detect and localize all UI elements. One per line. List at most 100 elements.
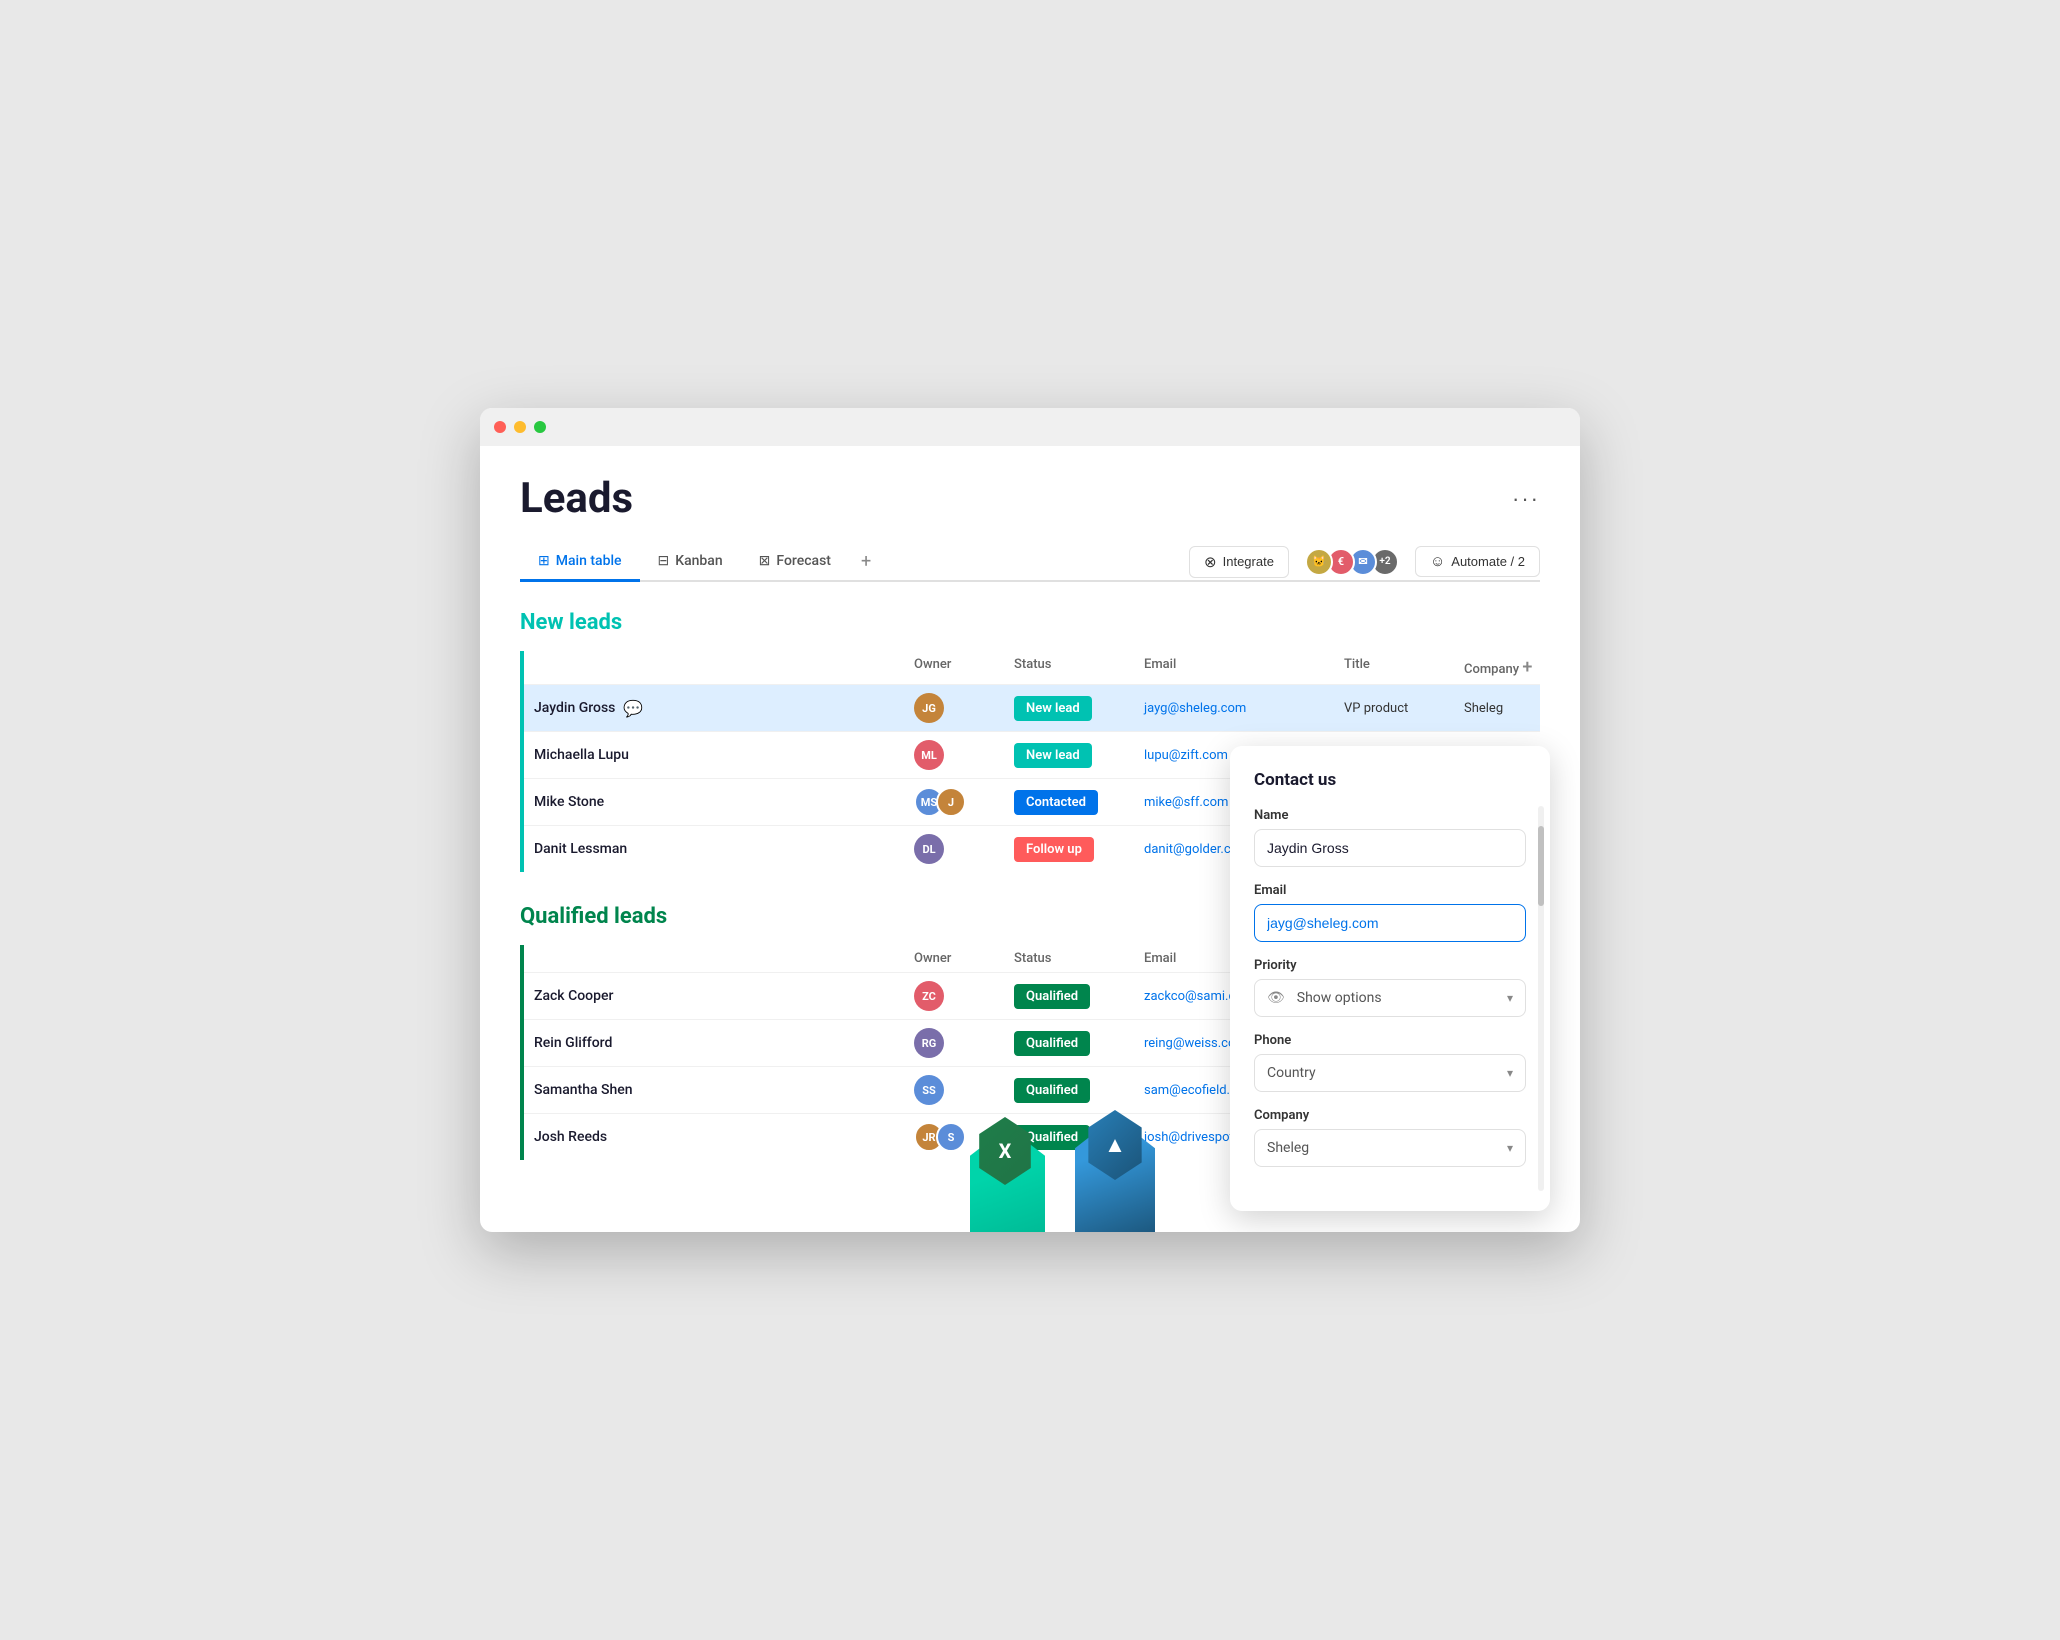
priority-field-group: Priority 👁 Show options ▾: [1254, 958, 1526, 1017]
main-content: Leads ··· ⊞ Main table ⊟ Kanban ⊠ Foreca…: [480, 446, 1580, 1232]
col-status: Status: [1014, 657, 1144, 678]
country-select-label: Country: [1267, 1065, 1316, 1081]
kanban-icon: ⊟: [658, 553, 670, 569]
integrate-icon: ⊗: [1204, 553, 1217, 571]
avatar: ZC: [914, 981, 944, 1011]
tab-forecast[interactable]: ⊠ Forecast: [741, 543, 849, 582]
automate-button[interactable]: ☺ Automate / 2: [1415, 546, 1540, 577]
new-leads-title: New leads: [520, 610, 1540, 635]
status-badge: Qualified: [1014, 1031, 1090, 1056]
avatar: DL: [914, 834, 944, 864]
tab-kanban[interactable]: ⊟ Kanban: [640, 543, 741, 582]
priority-select[interactable]: 👁 Show options ▾: [1254, 979, 1526, 1017]
owner-cell: DL: [914, 834, 1014, 864]
automate-icon: ☺: [1430, 553, 1445, 570]
owner-cell: JR S: [914, 1122, 1014, 1152]
phone-label: Phone: [1254, 1033, 1526, 1048]
col-company: Company +: [1464, 657, 1580, 678]
company-field-group: Company Sheleg ▾: [1254, 1108, 1526, 1167]
status-cell: New lead: [1014, 747, 1144, 763]
chevron-down-icon: ▾: [1507, 1141, 1513, 1155]
name-field-group: Name: [1254, 808, 1526, 867]
status-badge: Follow up: [1014, 837, 1094, 862]
app-window: Leads ··· ⊞ Main table ⊟ Kanban ⊠ Foreca…: [480, 408, 1580, 1232]
title-cell: VP product: [1344, 701, 1464, 716]
company-select-label: Sheleg: [1267, 1140, 1309, 1156]
avatar-1: 🐱: [1305, 548, 1333, 576]
row-name: Mike Stone: [534, 794, 914, 810]
avatar: J: [936, 787, 966, 817]
priority-label: Priority: [1254, 958, 1526, 973]
name-input[interactable]: [1254, 829, 1526, 867]
scrollbar-thumb[interactable]: [1538, 826, 1544, 906]
chevron-down-icon: ▾: [1507, 991, 1513, 1005]
page-header: Leads ···: [520, 474, 1540, 523]
owner-cell: MS J: [914, 787, 1014, 817]
status-cell: Follow up: [1014, 841, 1144, 857]
status-cell: Qualified: [1014, 1082, 1144, 1098]
company-select[interactable]: Sheleg ▾: [1254, 1129, 1526, 1167]
status-badge: Qualified: [1014, 1125, 1090, 1150]
avatar: JG: [914, 693, 944, 723]
col-name: [534, 951, 914, 966]
status-badge: Qualified: [1014, 984, 1090, 1009]
status-cell: Contacted: [1014, 794, 1144, 810]
owner-cell: SS: [914, 1075, 1014, 1105]
panel-title: Contact us: [1254, 770, 1526, 790]
email-field-group: Email: [1254, 883, 1526, 942]
avatar: S: [936, 1122, 966, 1152]
company-cell: Sheleg: [1464, 701, 1580, 716]
owner-cell: JG: [914, 693, 1014, 723]
maximize-dot[interactable]: [534, 421, 546, 433]
eye-icon: 👁: [1267, 990, 1285, 1006]
titlebar: [480, 408, 1580, 446]
name-label: Name: [1254, 808, 1526, 823]
add-column-button[interactable]: +: [1522, 657, 1532, 678]
col-name: [534, 657, 914, 678]
scrollbar-track: [1538, 806, 1544, 1191]
page-title: Leads: [520, 474, 633, 523]
row-name: Rein Glifford: [534, 1035, 914, 1051]
close-dot[interactable]: [494, 421, 506, 433]
row-name: Michaella Lupu: [534, 747, 914, 763]
status-badge: Qualified: [1014, 1078, 1090, 1103]
email-cell: jayg@sheleg.com: [1144, 701, 1344, 716]
add-tab-button[interactable]: +: [849, 543, 883, 580]
owner-cell: RG: [914, 1028, 1014, 1058]
phone-country-select[interactable]: Country ▾: [1254, 1054, 1526, 1092]
priority-select-label: 👁 Show options: [1267, 990, 1382, 1006]
owner-cell: ML: [914, 740, 1014, 770]
table-icon: ⊞: [538, 553, 550, 569]
avatar: SS: [914, 1075, 944, 1105]
chat-icon[interactable]: 💬: [623, 699, 643, 718]
user-avatars: 🐱 € ✉ +2: [1305, 548, 1399, 576]
tab-main-table[interactable]: ⊞ Main table: [520, 543, 640, 582]
avatar: ML: [914, 740, 944, 770]
row-name: Josh Reeds: [534, 1129, 914, 1145]
row-name: Jaydin Gross 💬: [534, 699, 914, 718]
row-name: Zack Cooper: [534, 988, 914, 1004]
status-badge: New lead: [1014, 696, 1092, 721]
table-row[interactable]: Jaydin Gross 💬 JG New lead jayg@sheleg.c…: [524, 684, 1540, 731]
row-name: Samantha Shen: [534, 1082, 914, 1098]
status-badge: New lead: [1014, 743, 1092, 768]
col-owner: Owner: [914, 951, 1014, 966]
integrate-button[interactable]: ⊗ Integrate: [1189, 546, 1289, 578]
col-status: Status: [1014, 951, 1144, 966]
more-options-button[interactable]: ···: [1512, 486, 1540, 512]
status-cell: Qualified: [1014, 988, 1144, 1004]
new-leads-header: Owner Status Email Title Company +: [524, 651, 1540, 684]
col-owner: Owner: [914, 657, 1014, 678]
minimize-dot[interactable]: [514, 421, 526, 433]
company-label: Company: [1254, 1108, 1526, 1123]
chevron-down-icon: ▾: [1507, 1066, 1513, 1080]
email-input[interactable]: [1254, 904, 1526, 942]
status-cell: Qualified: [1014, 1035, 1144, 1051]
col-title: Title: [1344, 657, 1464, 678]
contact-panel: Contact us Name Email Priority 👁 Show op…: [1230, 746, 1550, 1211]
email-label: Email: [1254, 883, 1526, 898]
col-email: Email: [1144, 657, 1344, 678]
owner-cell: ZC: [914, 981, 1014, 1011]
forecast-icon: ⊠: [759, 553, 771, 569]
avatar: RG: [914, 1028, 944, 1058]
